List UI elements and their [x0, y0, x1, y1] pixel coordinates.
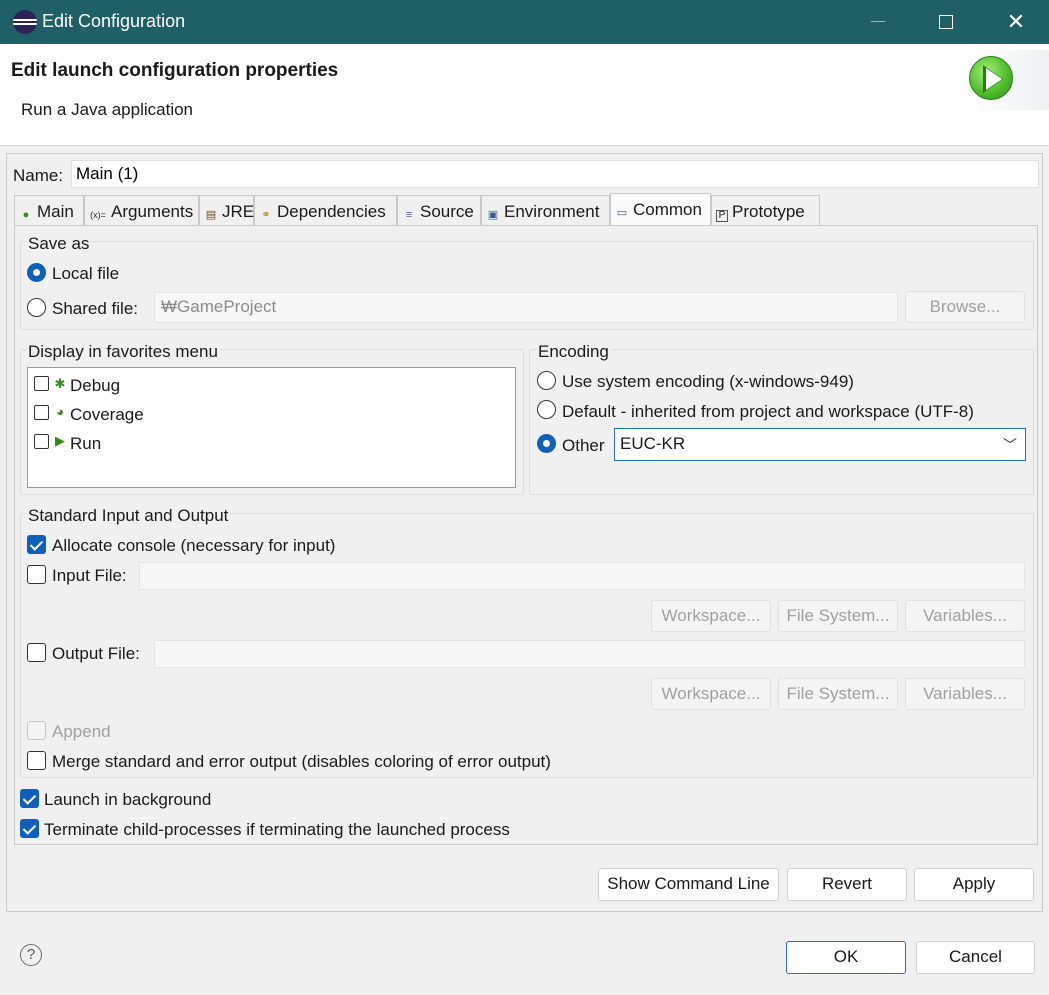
- allocate-console-label: Allocate console (necessary for input): [52, 536, 336, 555]
- tab-source[interactable]: ≡ Source: [397, 195, 481, 225]
- dependencies-icon: ⚭: [261, 209, 271, 221]
- favorite-run-checkbox[interactable]: [34, 434, 49, 449]
- dialog-header: Edit launch configuration properties Run…: [0, 44, 1049, 146]
- tab-jre-label: JRE: [222, 202, 255, 221]
- close-icon: ✕: [1006, 9, 1026, 34]
- help-icon[interactable]: ?: [20, 944, 42, 966]
- std-io-title: Standard Input and Output: [26, 506, 231, 526]
- tab-dependencies[interactable]: ⚭ Dependencies: [254, 195, 397, 225]
- ok-button[interactable]: OK: [786, 941, 906, 974]
- encoding-group: [529, 349, 1034, 495]
- encoding-select-value: EUC-KR: [620, 434, 686, 453]
- shared-file-label: Shared file:: [52, 299, 138, 318]
- tab-environment-label: Environment: [504, 202, 600, 221]
- local-file-label: Local file: [52, 264, 120, 283]
- tab-jre[interactable]: ▤ JRE: [199, 195, 254, 225]
- input-file-system-button[interactable]: File System...: [778, 600, 898, 632]
- tab-prototype[interactable]: P Prototype: [711, 195, 820, 225]
- system-encoding-radio[interactable]: [537, 371, 556, 390]
- revert-button[interactable]: Revert: [787, 868, 907, 901]
- default-encoding-label: Default - inherited from project and wor…: [562, 402, 974, 421]
- window-title: Edit Configuration: [42, 11, 186, 31]
- favorite-debug-label: Debug: [70, 376, 121, 395]
- run-launch-icon: [969, 56, 1013, 100]
- output-file-checkbox[interactable]: [27, 643, 46, 662]
- tab-source-label: Source: [420, 202, 474, 221]
- favorite-run-label: Run: [70, 434, 102, 453]
- allocate-console-checkbox[interactable]: [27, 535, 46, 554]
- output-file-system-button[interactable]: File System...: [778, 678, 898, 710]
- jre-icon: ▤: [205, 209, 217, 221]
- maximize-icon: [939, 15, 953, 29]
- tab-arguments-label: Arguments: [111, 202, 194, 221]
- tab-arguments[interactable]: (x)= Arguments: [84, 195, 199, 225]
- favorite-coverage-label: Coverage: [70, 405, 144, 424]
- show-command-line-button[interactable]: Show Command Line: [598, 868, 779, 901]
- tab-dependencies-label: Dependencies: [277, 202, 386, 221]
- name-input[interactable]: [71, 160, 1039, 188]
- tab-prototype-label: Prototype: [732, 202, 805, 221]
- prototype-icon: P: [716, 210, 728, 222]
- input-file-checkbox[interactable]: [27, 565, 46, 584]
- title-bar: Edit Configuration ✕: [0, 0, 1049, 44]
- terminate-children-checkbox[interactable]: [20, 819, 39, 838]
- browse-button[interactable]: Browse...: [905, 291, 1025, 323]
- debug-icon: ✱: [54, 376, 66, 391]
- other-encoding-radio[interactable]: [537, 434, 556, 453]
- favorites-title: Display in favorites menu: [26, 342, 220, 362]
- input-file-label: Input File:: [52, 566, 127, 585]
- launch-background-checkbox[interactable]: [20, 789, 39, 808]
- tab-main[interactable]: ● Main: [14, 195, 84, 225]
- apply-button[interactable]: Apply: [914, 868, 1034, 901]
- tab-environment[interactable]: ▣ Environment: [481, 195, 610, 225]
- maximize-button[interactable]: [918, 0, 974, 44]
- common-icon: ▭: [616, 207, 628, 219]
- encoding-title: Encoding: [536, 342, 611, 362]
- tab-main-label: Main: [37, 202, 74, 221]
- input-variables-button[interactable]: Variables...: [905, 600, 1025, 632]
- merge-output-checkbox[interactable]: [27, 751, 46, 770]
- cancel-button[interactable]: Cancel: [916, 941, 1035, 974]
- header-title: Edit launch configuration properties: [11, 60, 339, 81]
- save-as-title: Save as: [26, 234, 92, 254]
- close-button[interactable]: ✕: [988, 0, 1044, 44]
- tab-common[interactable]: ▭ Common: [610, 193, 711, 225]
- arguments-icon: (x)=: [90, 210, 106, 220]
- local-file-radio[interactable]: [27, 263, 46, 282]
- header-banner: [969, 50, 1049, 110]
- input-file-field[interactable]: [139, 562, 1025, 590]
- default-encoding-radio[interactable]: [537, 400, 556, 419]
- eclipse-logo-icon: [13, 10, 37, 34]
- header-subtitle: Run a Java application: [21, 100, 194, 119]
- shared-file-radio[interactable]: [27, 298, 46, 317]
- minimize-icon: [871, 21, 885, 22]
- favorite-coverage-checkbox[interactable]: [34, 405, 49, 420]
- environment-icon: ▣: [487, 209, 499, 221]
- minimize-button[interactable]: [850, 0, 906, 44]
- run-icon: ▶: [55, 433, 65, 448]
- terminate-children-label: Terminate child-processes if terminating…: [44, 820, 510, 839]
- launch-background-label: Launch in background: [44, 790, 212, 809]
- shared-file-input[interactable]: ₩GameProject: [154, 292, 898, 323]
- append-checkbox[interactable]: [27, 721, 46, 740]
- name-label: Name:: [13, 166, 64, 185]
- source-icon: ≡: [405, 209, 413, 221]
- append-label: Append: [52, 722, 111, 741]
- favorite-debug-checkbox[interactable]: [34, 376, 49, 391]
- output-workspace-button[interactable]: Workspace...: [651, 678, 771, 710]
- output-file-field[interactable]: [154, 640, 1025, 668]
- system-encoding-label: Use system encoding (x-windows-949): [562, 372, 854, 391]
- encoding-select[interactable]: EUC-KR ﹀: [614, 428, 1026, 461]
- output-variables-button[interactable]: Variables...: [905, 678, 1025, 710]
- merge-output-label: Merge standard and error output (disable…: [52, 752, 551, 771]
- output-file-label: Output File:: [52, 644, 140, 663]
- coverage-icon: ◕: [56, 404, 64, 419]
- chevron-down-icon: ﹀: [1003, 437, 1017, 453]
- input-workspace-button[interactable]: Workspace...: [651, 600, 771, 632]
- tab-common-label: Common: [633, 200, 702, 219]
- main-class-icon: ●: [22, 209, 30, 221]
- other-encoding-label: Other: [562, 436, 605, 455]
